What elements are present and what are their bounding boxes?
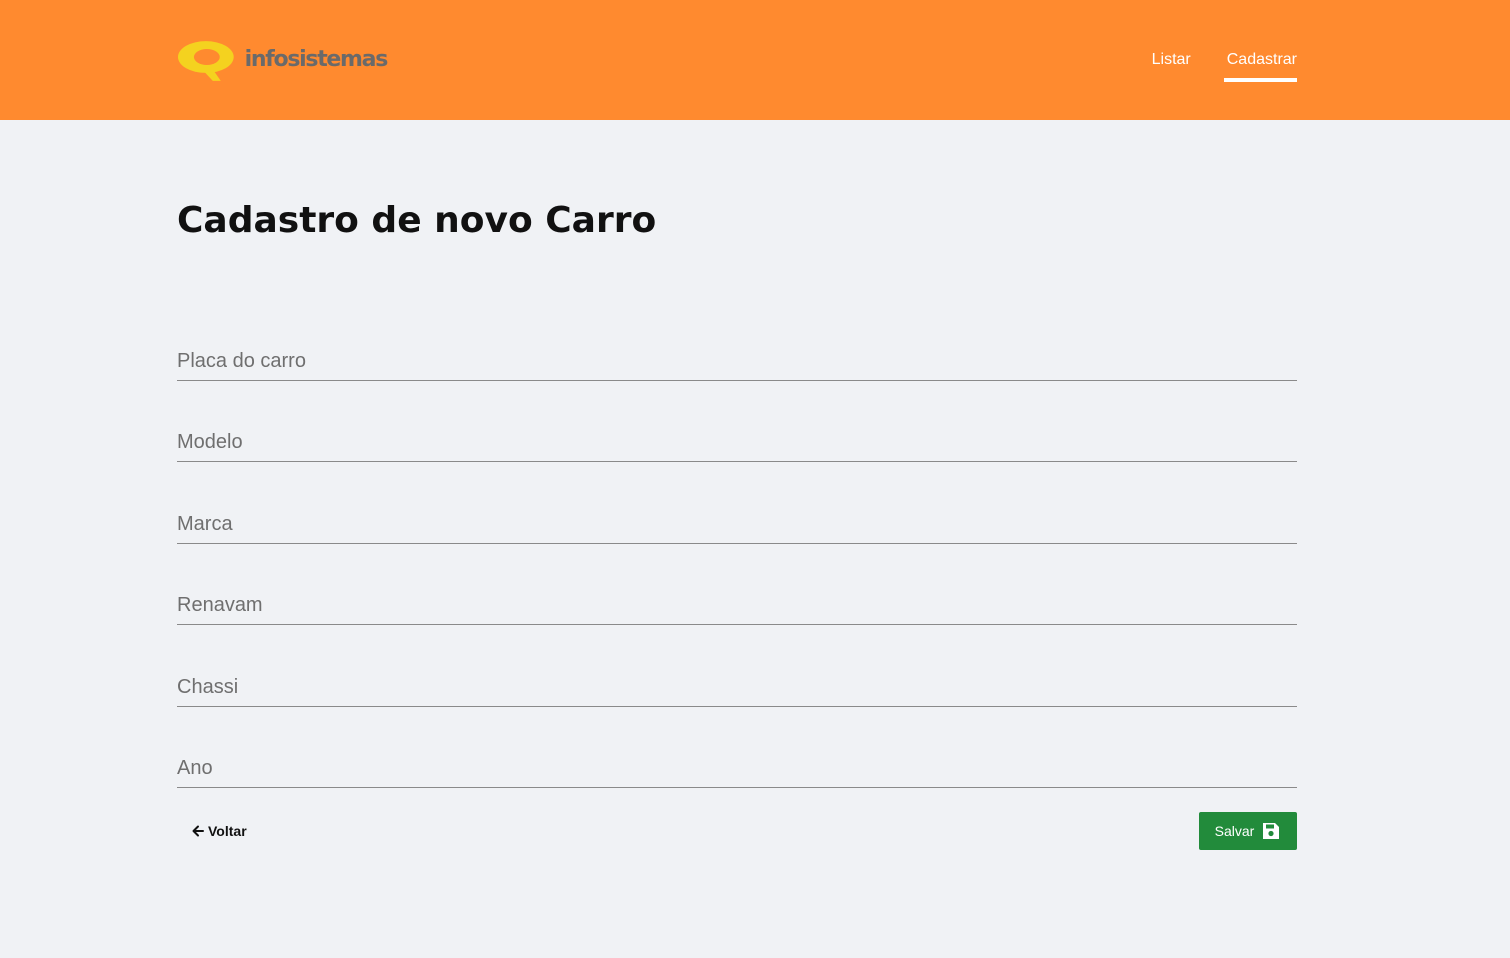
app-header: infosistemas Listar Cadastrar: [0, 0, 1510, 120]
logo-text: infosistemas: [244, 47, 389, 72]
ano-input[interactable]: [177, 749, 1297, 788]
placa-input[interactable]: [177, 343, 1297, 381]
field-placa: [177, 331, 1297, 412]
infosistemas-logo[interactable]: infosistemas: [177, 38, 389, 82]
save-label: Salvar: [1214, 823, 1255, 839]
field-chassi: [177, 657, 1297, 738]
top-nav: Listar Cadastrar: [1116, 0, 1298, 120]
nav-item-listar[interactable]: Listar: [1152, 0, 1191, 120]
back-label: Voltar: [208, 823, 247, 839]
field-ano: [177, 738, 1297, 819]
form-actions: Voltar Salvar: [177, 812, 1297, 850]
back-button[interactable]: Voltar: [191, 812, 247, 850]
field-modelo: [177, 412, 1297, 493]
field-marca: [177, 494, 1297, 575]
floppy-disk-icon: [1263, 823, 1280, 839]
modelo-input[interactable]: [177, 424, 1297, 463]
field-renavam: [177, 575, 1297, 656]
arrow-left-icon: [192, 825, 204, 837]
car-form: [177, 331, 1297, 819]
marca-input[interactable]: [177, 505, 1297, 544]
save-button[interactable]: Salvar: [1199, 812, 1297, 850]
nav-item-cadastrar[interactable]: Cadastrar: [1223, 0, 1298, 120]
renavam-input[interactable]: [177, 587, 1297, 626]
page-title: Cadastro de novo Carro: [177, 200, 657, 241]
chassi-input[interactable]: [177, 668, 1297, 707]
logo-mark-icon: [177, 41, 234, 81]
